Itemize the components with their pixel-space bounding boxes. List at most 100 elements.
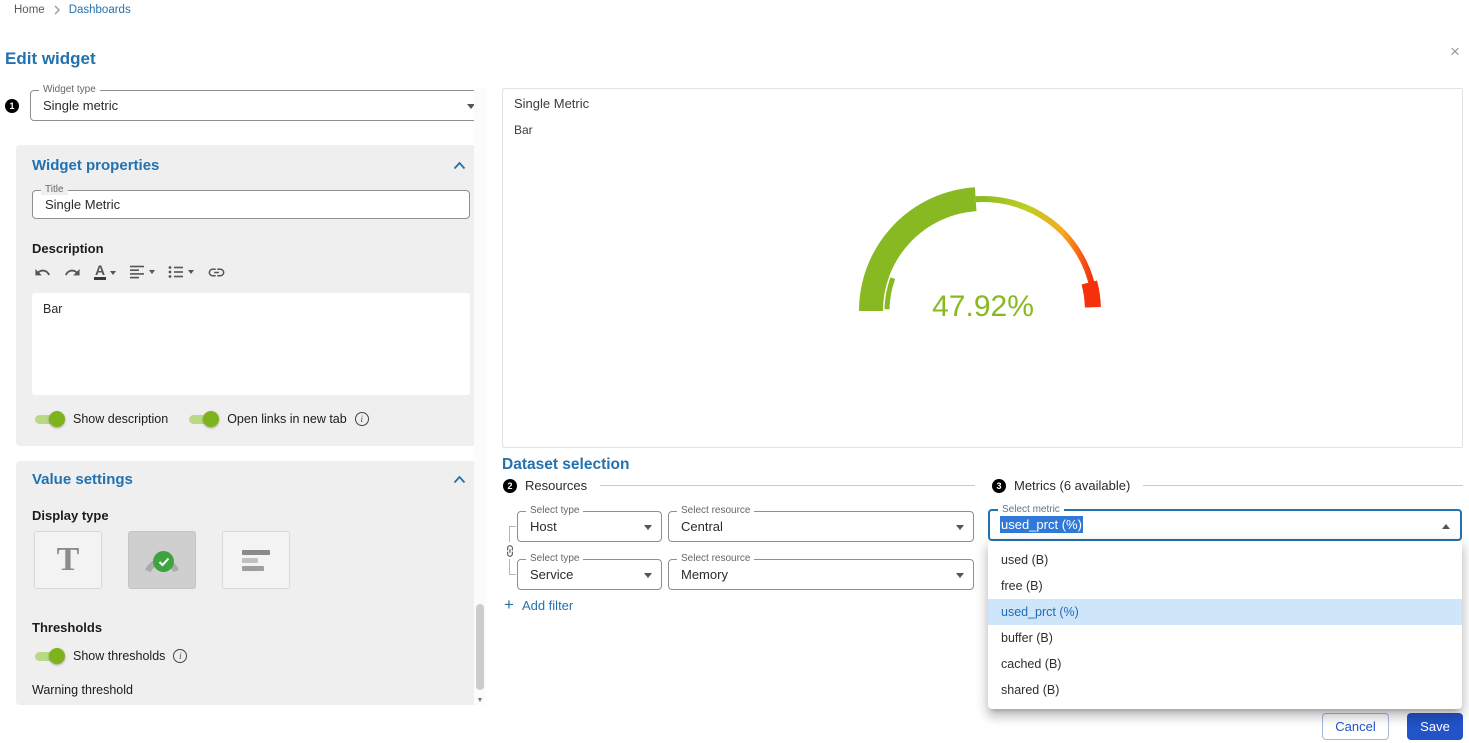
gauge-value: 47.92% xyxy=(932,290,1034,321)
open-links-label: Open links in new tab xyxy=(227,412,347,426)
select-type-label: Select type xyxy=(526,505,583,516)
chevron-down-icon xyxy=(644,525,652,530)
list-button[interactable] xyxy=(168,265,194,279)
add-filter-button[interactable]: Add filter xyxy=(504,597,573,613)
display-type-gauge-button[interactable] xyxy=(128,531,196,589)
insert-link-button[interactable] xyxy=(207,263,226,282)
scrollbar-thumb[interactable] xyxy=(476,604,484,690)
metric-option[interactable]: shared (B) xyxy=(988,677,1462,703)
step-2-badge: 2 xyxy=(503,479,517,493)
resource-type-select-1[interactable]: Select type Host xyxy=(517,511,662,542)
widget-properties-title: Widget properties xyxy=(32,157,159,174)
display-type-bar-button[interactable] xyxy=(222,531,290,589)
step-1-badge: 1 xyxy=(5,99,19,113)
resource-link-connector xyxy=(509,574,516,575)
rich-text-toolbar: A xyxy=(34,259,226,285)
warning-threshold-label: Warning threshold xyxy=(32,683,133,697)
breadcrumb-dashboards-link[interactable]: Dashboards xyxy=(69,4,131,16)
metric-option[interactable]: used_prct (%) xyxy=(988,599,1462,625)
undo-icon[interactable] xyxy=(34,264,51,281)
collapse-chevron-icon[interactable] xyxy=(453,475,466,484)
preview-title: Single Metric xyxy=(514,96,589,111)
gauge-track-end-arc xyxy=(1089,283,1093,308)
gauge-chart: 47.92% xyxy=(833,161,1133,321)
show-description-label: Show description xyxy=(73,412,168,426)
display-type-text-button[interactable] xyxy=(34,531,102,589)
select-metric-label: Select metric xyxy=(998,504,1064,515)
text-color-icon: A xyxy=(94,264,106,280)
scrollbar[interactable] xyxy=(474,88,486,705)
add-filter-label: Add filter xyxy=(522,598,573,613)
dataset-selection-title: Dataset selection xyxy=(502,456,630,474)
resource-select-1[interactable]: Select resource Central xyxy=(668,511,974,542)
title-input[interactable]: Title Single Metric xyxy=(32,190,470,219)
description-text: Bar xyxy=(43,302,62,316)
select-resource-label: Select resource xyxy=(677,505,754,516)
metrics-label: Metrics (6 available) xyxy=(1014,478,1130,493)
value-settings-panel: Value settings Display type Thresholds S… xyxy=(16,461,486,705)
cancel-button[interactable]: Cancel xyxy=(1322,713,1389,740)
chevron-up-icon xyxy=(1442,524,1450,529)
widget-preview: Single Metric Bar 47.92% xyxy=(502,88,1463,448)
chevron-down-icon xyxy=(956,573,964,578)
widget-type-select[interactable]: Widget type Single metric xyxy=(30,90,485,121)
step-3-badge: 3 xyxy=(992,479,1006,493)
metric-option[interactable]: used (B) xyxy=(988,547,1462,573)
undo-arrow-icon xyxy=(34,264,51,281)
show-thresholds-label: Show thresholds xyxy=(73,649,165,663)
text-color-button[interactable]: A xyxy=(94,264,116,280)
info-icon[interactable] xyxy=(173,649,187,663)
metric-options-menu: used (B) free (B) used_prct (%) buffer (… xyxy=(988,541,1462,709)
collapse-chevron-icon[interactable] xyxy=(453,161,466,170)
check-icon xyxy=(153,551,174,572)
divider xyxy=(600,485,975,486)
metric-option[interactable]: buffer (B) xyxy=(988,625,1462,651)
resource-select-2[interactable]: Select resource Memory xyxy=(668,559,974,590)
widget-type-value: Single metric xyxy=(31,91,484,120)
chevron-down-icon xyxy=(149,270,155,274)
select-type-value: Host xyxy=(518,512,661,541)
breadcrumb: Home Dashboards xyxy=(14,4,131,16)
description-label: Description xyxy=(32,241,104,256)
resource-link-connector xyxy=(509,526,516,527)
select-resource-value: Central xyxy=(669,512,973,541)
show-thresholds-toggle[interactable] xyxy=(32,647,65,665)
breadcrumb-home-link[interactable]: Home xyxy=(14,4,45,16)
metric-select[interactable]: Select metric used_prct (%) xyxy=(988,509,1462,541)
select-type-value: Service xyxy=(518,560,661,589)
title-input-label: Title xyxy=(41,184,68,195)
redo-arrow-icon xyxy=(64,264,81,281)
show-description-toggle[interactable] xyxy=(32,410,65,428)
display-type-options xyxy=(34,531,290,589)
align-button[interactable] xyxy=(129,265,155,279)
link-icon xyxy=(207,263,226,282)
chevron-right-icon xyxy=(54,5,60,15)
chevron-down-icon xyxy=(110,271,116,275)
metric-option[interactable]: free (B) xyxy=(988,573,1462,599)
metric-option[interactable]: cached (B) xyxy=(988,651,1462,677)
description-editor[interactable]: Bar xyxy=(32,293,470,395)
chevron-down-icon xyxy=(644,573,652,578)
title-input-value: Single Metric xyxy=(33,191,469,218)
info-icon[interactable] xyxy=(355,412,369,426)
text-display-icon xyxy=(57,541,80,579)
bullet-list-icon xyxy=(168,265,184,279)
widget-type-label: Widget type xyxy=(39,84,100,95)
resources-label: Resources xyxy=(525,478,587,493)
scroll-down-arrow-icon[interactable] xyxy=(474,697,486,704)
close-icon[interactable]: × xyxy=(1444,41,1466,63)
save-button[interactable]: Save xyxy=(1407,713,1463,740)
gauge-track-arc xyxy=(976,199,1092,284)
open-links-toggle[interactable] xyxy=(186,410,219,428)
chevron-down-icon xyxy=(188,270,194,274)
thresholds-label: Thresholds xyxy=(32,620,102,635)
divider xyxy=(1143,485,1463,486)
resource-type-select-2[interactable]: Select type Service xyxy=(517,559,662,590)
select-resource-label: Select resource xyxy=(677,553,754,564)
redo-icon[interactable] xyxy=(64,264,81,281)
bar-chart-icon xyxy=(242,547,270,574)
widget-properties-panel: Widget properties Title Single Metric De… xyxy=(16,145,486,446)
value-settings-title: Value settings xyxy=(32,471,133,488)
select-resource-value: Memory xyxy=(669,560,973,589)
metrics-header: 3 Metrics (6 available) xyxy=(992,478,1463,493)
